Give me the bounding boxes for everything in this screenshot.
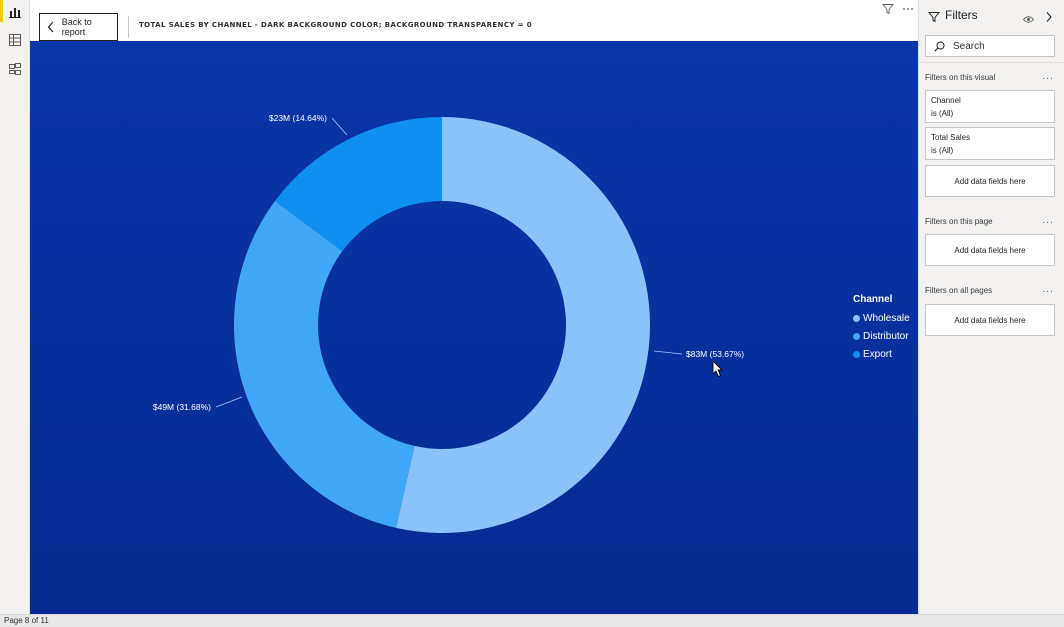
legend-dot-wholesale xyxy=(853,314,860,322)
legend-label-distributor: Distributor xyxy=(863,330,909,342)
chevron-left-icon xyxy=(42,21,60,33)
legend-item-export[interactable]: Export xyxy=(853,345,910,363)
visual-header-icons xyxy=(881,2,915,16)
data-label-export: $23M (14.64%) xyxy=(269,113,327,123)
filters-divider xyxy=(919,62,1064,63)
legend-dot-distributor xyxy=(853,332,860,340)
status-bar: Page 8 of 11 xyxy=(0,614,1064,627)
filters-on-all-pages-more-button[interactable]: ... xyxy=(1042,285,1054,295)
filter-card-channel[interactable]: Channel is (All) xyxy=(925,90,1055,123)
donut-slice-distributor[interactable] xyxy=(233,201,415,528)
chart-legend: Channel Wholesale Distributor Export xyxy=(853,294,910,363)
view-rail xyxy=(0,0,30,614)
filters-on-visual-more-button[interactable]: ... xyxy=(1042,72,1054,82)
filter-funnel-icon xyxy=(927,8,941,27)
report-canvas: Back to report TOTAL SALES BY CHANNEL - … xyxy=(30,0,918,614)
page-indicator: Page 8 of 11 xyxy=(4,616,49,625)
filter-card-total-sales[interactable]: Total Sales is (All) xyxy=(925,127,1055,160)
legend-dot-export xyxy=(853,350,860,358)
filters-on-all-pages-label: Filters on all pages xyxy=(925,286,993,295)
chevron-right-icon[interactable] xyxy=(1045,8,1053,27)
funnel-icon[interactable] xyxy=(881,2,895,16)
filters-on-page-more-button[interactable]: ... xyxy=(1042,216,1054,226)
data-view-icon[interactable] xyxy=(7,32,23,48)
visual-header: Back to report TOTAL SALES BY CHANNEL - … xyxy=(30,0,918,41)
filter-card-state: is (All) xyxy=(931,146,954,155)
legend-item-distributor[interactable]: Distributor xyxy=(853,327,910,345)
back-to-report-label: Back to report xyxy=(61,17,92,37)
model-view-icon[interactable] xyxy=(7,61,23,77)
filters-header: Filters xyxy=(919,0,1064,28)
active-view-indicator xyxy=(0,0,3,22)
visual-title: TOTAL SALES BY CHANNEL - DARK BACKGROUND… xyxy=(139,21,533,29)
legend-label-wholesale: Wholesale xyxy=(863,312,910,324)
filters-title: Filters xyxy=(945,8,978,22)
add-all-pages-filter-fields[interactable]: Add data fields here xyxy=(925,304,1055,336)
filter-card-field: Channel xyxy=(931,96,961,105)
legend-label-export: Export xyxy=(863,348,892,360)
filters-on-page-label: Filters on this page xyxy=(925,217,993,226)
data-label-leader-distributor xyxy=(215,396,243,408)
data-label-leader-wholesale xyxy=(653,350,683,355)
search-icon xyxy=(934,41,945,52)
header-divider xyxy=(128,16,129,38)
filters-on-visual-label: Filters on this visual xyxy=(925,73,996,82)
report-view-icon[interactable] xyxy=(7,4,23,20)
donut-chart: $83M (53.67%) $49M (31.68%) $23M (14.64%) xyxy=(153,113,744,533)
more-options-icon[interactable] xyxy=(901,2,915,16)
data-label-leader-export xyxy=(331,117,348,136)
data-label-distributor: $49M (31.68%) xyxy=(153,402,211,412)
data-label-wholesale: $83M (53.67%) xyxy=(686,349,744,359)
report-app: Back to report TOTAL SALES BY CHANNEL - … xyxy=(0,0,1064,627)
legend-title: Channel xyxy=(853,294,893,305)
filter-card-state: is (All) xyxy=(931,109,954,118)
filters-pane: Filters Search Filters on this visual ..… xyxy=(918,0,1064,614)
donut-chart-visual: $83M (53.67%) $49M (31.68%) $23M (14.64%) … xyxy=(30,41,918,614)
back-to-report-button[interactable]: Back to report xyxy=(39,13,118,41)
legend-item-wholesale[interactable]: Wholesale xyxy=(853,309,910,327)
filter-card-field: Total Sales xyxy=(931,133,971,142)
search-placeholder: Search xyxy=(953,40,985,52)
eye-icon[interactable] xyxy=(1022,9,1035,28)
filters-search-input[interactable]: Search xyxy=(925,35,1055,57)
add-visual-filter-fields[interactable]: Add data fields here xyxy=(925,165,1055,197)
add-page-filter-fields[interactable]: Add data fields here xyxy=(925,234,1055,266)
